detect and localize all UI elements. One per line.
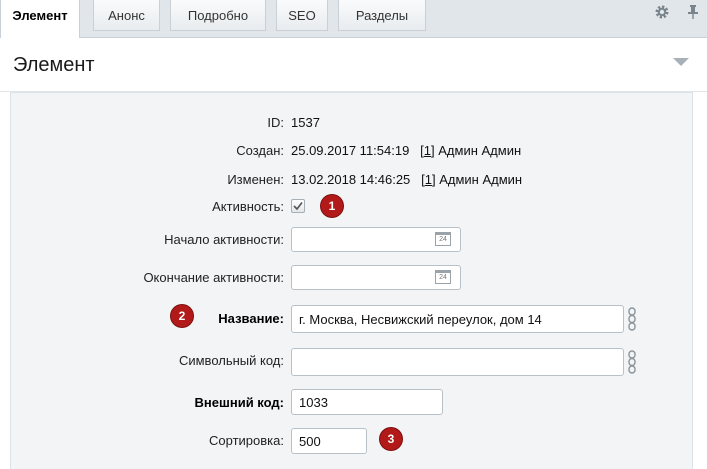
id-label: ID: [267, 115, 284, 130]
tab-details[interactable]: Подробно [170, 0, 266, 31]
created-info: 25.09.2017 11:54:19 [1] Админ Админ [291, 143, 522, 158]
created-user-link[interactable]: 1 [424, 143, 431, 158]
active-label: Активность: [212, 199, 284, 214]
created-date: 25.09.2017 11:54:19 [291, 143, 410, 158]
active-to-label: Окончание активности: [143, 270, 284, 285]
link-chain-icon[interactable] [627, 307, 637, 331]
panel-title: Элемент [13, 54, 95, 76]
tab-element[interactable]: Элемент [0, 0, 80, 38]
code-input[interactable] [291, 348, 624, 376]
pin-icon[interactable] [684, 3, 702, 21]
calendar-icon[interactable]: 24 [435, 270, 451, 284]
name-input[interactable] [291, 305, 624, 333]
callout-badge-3: 3 [380, 428, 402, 450]
code-label: Символьный код: [178, 353, 284, 368]
gear-icon[interactable] [653, 3, 671, 21]
tab-seo[interactable]: SEO [276, 0, 328, 31]
active-checkbox[interactable] [291, 199, 305, 213]
name-label: Название: [218, 311, 284, 326]
panel-header [0, 38, 707, 92]
id-value: 1537 [291, 115, 320, 130]
collapse-arrow-icon[interactable] [673, 58, 689, 66]
modified-date: 13.02.2018 14:46:25 [291, 172, 411, 187]
active-from-label: Начало активности: [164, 232, 284, 247]
calendar-icon[interactable]: 24 [435, 232, 451, 246]
sort-label: Сортировка: [209, 433, 284, 448]
link-chain-icon[interactable] [627, 350, 637, 374]
modified-user-name: Админ Админ [439, 172, 523, 187]
callout-badge-2: 2 [171, 305, 193, 327]
modified-user-link[interactable]: 1 [425, 172, 432, 187]
modified-label: Изменен: [227, 172, 284, 187]
xml-id-label: Внешний код: [194, 395, 284, 410]
modified-info: 13.02.2018 14:46:25 [1] Админ Админ [291, 172, 523, 187]
sort-input[interactable] [291, 428, 367, 454]
callout-badge-1: 1 [321, 195, 343, 217]
tab-announce[interactable]: Анонс [93, 0, 160, 31]
xml-id-input[interactable] [291, 389, 443, 415]
created-label: Создан: [236, 143, 284, 158]
created-user-name: Админ Админ [438, 143, 522, 158]
tab-bar: Элемент Анонс Подробно SEO Разделы [0, 0, 707, 38]
tab-sections[interactable]: Разделы [338, 0, 426, 31]
